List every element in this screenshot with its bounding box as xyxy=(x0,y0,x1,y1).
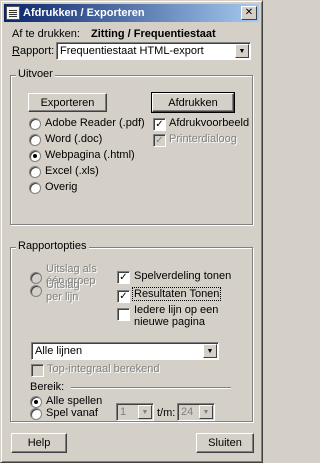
printer-dialog-label: Printerdialoog xyxy=(169,133,237,145)
each-line-new-page-checkbox[interactable] xyxy=(117,308,130,321)
format-doc-label: Word (.doc) xyxy=(45,133,103,145)
report-options-group-label: Rapportopties xyxy=(16,240,89,252)
print-preview-label: Afdrukvoorbeeld xyxy=(169,117,250,129)
print-preview-checkbox[interactable]: ✓ xyxy=(153,118,166,131)
export-button-label: Exporteren xyxy=(40,96,95,109)
range-separator xyxy=(71,387,231,389)
close-button[interactable]: Sluiten xyxy=(196,433,254,453)
to-label: t/m: xyxy=(157,407,176,419)
format-xls-label: Excel (.xls) xyxy=(45,165,99,177)
format-other-radio[interactable] xyxy=(29,182,41,194)
help-button-label: Help xyxy=(27,437,51,449)
all-games-radio[interactable] xyxy=(30,396,42,408)
format-pdf-label: Adobe Reader (.pdf) xyxy=(45,117,145,129)
title-bar: Afdrukken / Exporteren ✕ xyxy=(4,4,259,22)
window-title: Afdrukken / Exporteren xyxy=(23,7,145,19)
to-select[interactable]: 24 ▼ xyxy=(177,403,215,421)
game-from-radio[interactable] xyxy=(30,408,42,420)
help-button[interactable]: Help xyxy=(11,433,67,453)
show-results-label: Resultaten Tonen xyxy=(131,287,222,301)
format-html-label: Webpagina (.html) xyxy=(45,149,135,161)
format-other-label: Overig xyxy=(45,181,78,193)
chevron-down-icon[interactable]: ▼ xyxy=(199,405,213,419)
format-xls-radio[interactable] xyxy=(29,166,41,178)
top-integral-label: Top-integraal berekend xyxy=(47,363,160,375)
show-results-checkbox[interactable]: ✓ xyxy=(117,290,130,303)
from-select[interactable]: 1 ▼ xyxy=(116,403,154,421)
top-integral-checkbox[interactable] xyxy=(31,364,44,377)
print-export-dialog: Afdrukken / Exporteren ✕ Af te drukken: … xyxy=(0,0,263,463)
lines-select-value: Alle lijnen xyxy=(35,345,83,357)
printer-dialog-checkbox[interactable]: ✓ xyxy=(153,134,166,147)
print-label: Af te drukken: xyxy=(12,28,80,40)
report-label: Rapport: xyxy=(12,45,55,57)
from-select-value: 1 xyxy=(120,406,127,418)
lines-select[interactable]: Alle lijnen ▼ xyxy=(31,342,219,360)
format-html-radio[interactable] xyxy=(29,150,41,162)
close-button-label: Sluiten xyxy=(208,437,242,449)
format-pdf-radio[interactable] xyxy=(29,118,41,130)
game-from-label: Spel vanaf xyxy=(46,407,98,419)
game-distribution-checkbox[interactable]: ✓ xyxy=(117,271,130,284)
chevron-down-icon[interactable]: ▼ xyxy=(203,344,217,358)
report-select[interactable]: Frequentiestaat HTML-export ▼ xyxy=(56,42,251,60)
report-select-value: Frequentiestaat HTML-export xyxy=(60,45,204,57)
game-distribution-label: Spelverdeling tonen xyxy=(134,270,232,282)
all-games-label: Alle spellen xyxy=(46,395,103,407)
print-value: Zitting / Frequentiestaat xyxy=(91,28,216,40)
each-line-new-page-label: Iedere lijn op een nieuwe pagina xyxy=(134,304,219,328)
to-select-value: 24 xyxy=(181,406,194,418)
outcome-group-radio[interactable] xyxy=(30,272,42,284)
print-button-label: Afdrukken xyxy=(168,96,218,109)
outcome-line-radio[interactable] xyxy=(30,285,42,297)
range-label: Bereik: xyxy=(30,381,65,393)
chevron-down-icon[interactable]: ▼ xyxy=(235,44,249,58)
app-icon xyxy=(6,6,20,20)
output-group-label: Uitvoer xyxy=(16,68,55,80)
close-icon[interactable]: ✕ xyxy=(241,6,257,20)
export-button[interactable]: Exporteren xyxy=(28,93,107,112)
print-button[interactable]: Afdrukken xyxy=(151,92,235,113)
outcome-line-label: Uitslag per lijn xyxy=(46,279,80,303)
chevron-down-icon[interactable]: ▼ xyxy=(138,405,152,419)
format-doc-radio[interactable] xyxy=(29,134,41,146)
